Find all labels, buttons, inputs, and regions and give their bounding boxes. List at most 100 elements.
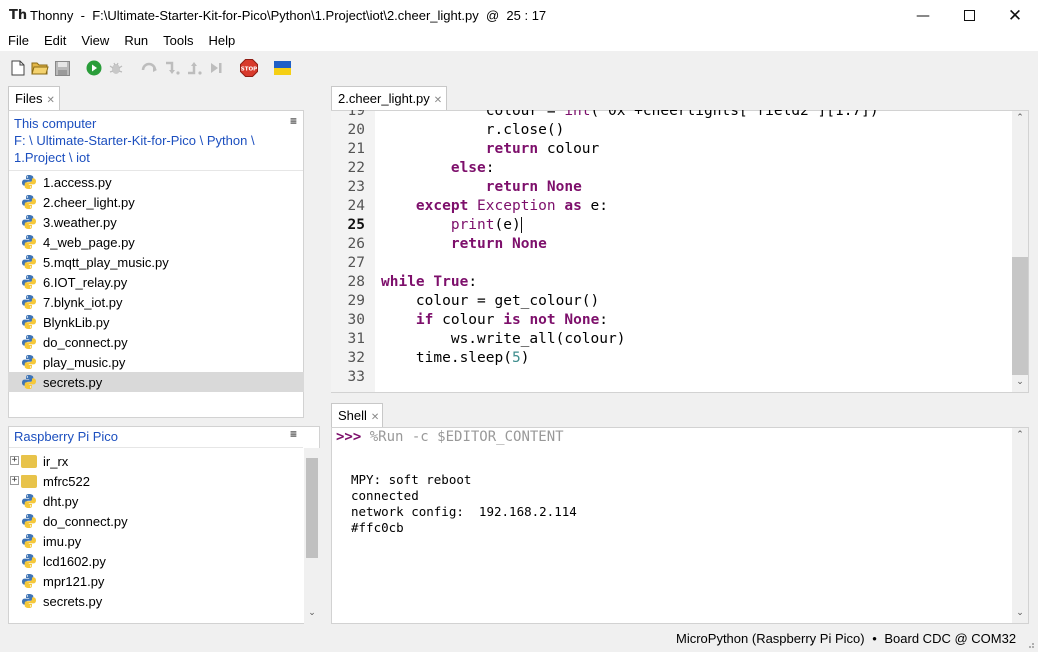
breadcrumb-line2[interactable]: 1.Project \ iot [14,150,90,165]
python-file-icon [21,234,37,250]
folder-item[interactable]: + ir_rx [8,451,304,471]
shell-scrollbar[interactable]: ⌃ ⌄ [1012,428,1028,623]
scroll-down-arrow-icon[interactable]: ⌄ [1012,377,1028,391]
line-number: 21 [347,141,365,157]
scroll-down-arrow-icon[interactable]: ⌄ [304,608,320,622]
stop-icon[interactable]: STOP [240,59,258,77]
run-icon[interactable] [85,59,103,77]
new-file-icon[interactable] [9,59,27,77]
file-item[interactable]: secrets.py [8,372,304,392]
expand-icon[interactable]: + [10,456,19,465]
code-line: except Exception as e: [415,198,609,214]
file-item[interactable]: 2.cheer_light.py [8,192,304,212]
shell-prompt: >>> [336,429,362,445]
file-item[interactable]: secrets.py [8,591,304,611]
panel-menu-icon[interactable]: ≡ [290,114,297,128]
file-item[interactable]: 3.weather.py [8,212,304,232]
pico-scrollbar[interactable]: ⌄ [304,448,320,624]
code-line: colour = int("0x"+cheerlights["field2"][… [381,110,879,119]
status-bar: MicroPython (Raspberry Pi Pico) • Board … [0,627,1038,651]
python-file-icon [21,254,37,270]
folder-item[interactable]: + mfrc522 [8,471,304,491]
file-name: 1.access.py [43,174,112,190]
python-file-icon [21,314,37,330]
tab-shell[interactable]: Shell ✕ [331,403,383,427]
support-ukraine-icon[interactable] [273,59,291,77]
python-file-icon [21,294,37,310]
file-item[interactable]: BlynkLib.py [8,312,304,332]
shell-panel[interactable] [331,427,1029,624]
menu-help[interactable]: Help [201,31,243,51]
step-out-icon[interactable] [185,59,203,77]
save-icon[interactable] [53,59,71,77]
debug-icon[interactable] [107,59,125,77]
scroll-down-arrow-icon[interactable]: ⌄ [1012,608,1028,622]
file-item[interactable]: do_connect.py [8,332,304,352]
resume-icon[interactable] [207,59,225,77]
close-tab-icon[interactable]: ✕ [371,412,379,423]
python-file-icon [21,553,37,569]
menu-view[interactable]: View [73,31,116,51]
title-bar: Th Thonny - F:\Ultimate-Starter-Kit-for-… [0,0,1038,31]
line-number: 30 [347,312,365,328]
editor-scrollbar[interactable]: ⌃ ⌄ [1012,111,1028,392]
file-item[interactable]: lcd1602.py [8,551,304,571]
python-file-icon [21,493,37,509]
divider [9,447,303,448]
line-number: 20 [347,122,365,138]
python-file-icon [21,354,37,370]
file-item[interactable]: do_connect.py [8,511,304,531]
menu-run[interactable]: Run [116,31,155,51]
file-item[interactable]: dht.py [8,491,304,511]
close-tab-icon[interactable]: ✕ [434,95,442,106]
scroll-up-arrow-icon[interactable]: ⌃ [1012,113,1028,127]
folder-icon [21,454,37,468]
breadcrumb-line1[interactable]: F: \ Ultimate-Starter-Kit-for-Pico \ Pyt… [14,133,255,148]
expand-icon[interactable]: + [10,476,19,485]
line-number: 33 [347,369,365,385]
shell-output-line: network config: 192.168.2.114 [351,504,577,519]
scrollbar-thumb[interactable] [306,458,318,558]
file-item[interactable]: 7.blynk_iot.py [8,292,304,312]
port-label[interactable]: Board CDC @ COM32 [884,631,1016,646]
tab-editor-file[interactable]: 2.cheer_light.py ✕ [331,86,447,110]
status-separator: • [872,631,877,646]
file-name: dht.py [43,493,79,509]
menu-tools[interactable]: Tools [155,31,200,51]
tab-files[interactable]: Files ✕ [8,86,60,110]
maximize-button[interactable] [946,0,992,31]
file-name: mpr121.py [43,573,105,589]
interpreter-selector[interactable]: MicroPython (Raspberry Pi Pico) [676,631,865,646]
file-item[interactable]: mpr121.py [8,571,304,591]
shell-command-line: >>> %Run -c $EDITOR_CONTENT [336,429,564,445]
scroll-up-arrow-icon[interactable]: ⌃ [1012,430,1028,444]
panel-menu-icon[interactable]: ≡ [290,427,297,441]
open-folder-icon[interactable] [31,59,49,77]
file-item[interactable]: 6.IOT_relay.py [8,272,304,292]
line-number: 32 [347,350,365,366]
python-file-icon [21,214,37,230]
file-item[interactable]: 1.access.py [8,172,304,192]
file-item[interactable]: 4_web_page.py [8,232,304,252]
shell-output-line: #ffc0cb [351,520,404,535]
file-item[interactable]: play_music.py [8,352,304,372]
close-tab-icon[interactable]: ✕ [46,95,54,106]
menu-edit[interactable]: Edit [36,31,73,51]
code-area[interactable]: 19 20 21 22 23 24 25 26 27 28 29 30 31 3… [331,110,1011,392]
minimize-button[interactable]: — [900,0,946,31]
step-over-icon[interactable] [141,59,159,77]
code-line: return None [450,236,547,252]
scrollbar-thumb[interactable] [1012,257,1028,375]
file-item[interactable]: 5.mqtt_play_music.py [8,252,304,272]
menu-file[interactable]: File [0,31,36,51]
line-number: 29 [347,293,365,309]
status-text: MicroPython (Raspberry Pi Pico) • Board … [676,631,1016,646]
thonny-logo-icon: Th [9,8,28,23]
resize-grip-icon[interactable] [1026,637,1035,648]
python-file-icon [21,513,37,529]
close-window-button[interactable]: ✕ [992,0,1038,31]
step-into-icon[interactable] [163,59,181,77]
file-item[interactable]: imu.py [8,531,304,551]
python-file-icon [21,334,37,350]
code-line: r.close() [381,122,565,138]
